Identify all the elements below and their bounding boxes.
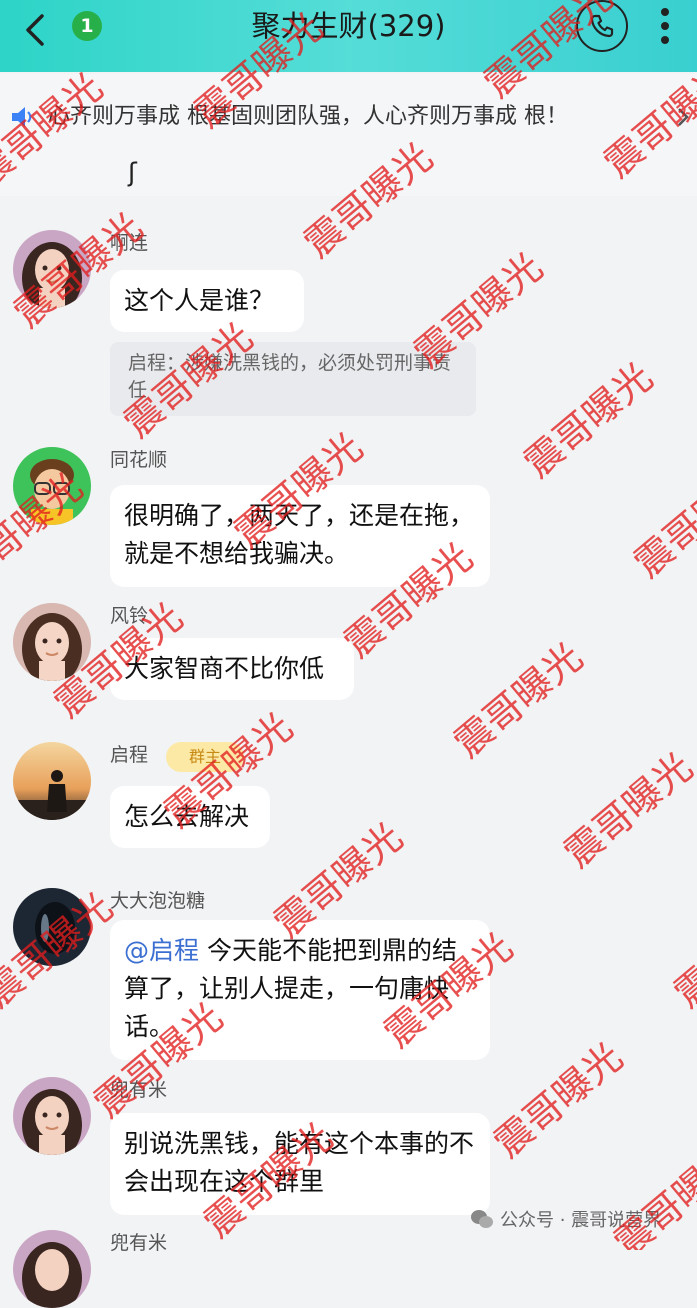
- message-bubble[interactable]: 别说洗黑钱，能有这个本事的不会出现在这个群里: [110, 1113, 490, 1215]
- official-account-watermark: 公众号 · 震哥说营界: [470, 1206, 661, 1232]
- more-vertical-icon[interactable]: [656, 4, 674, 48]
- avatar[interactable]: [13, 1230, 91, 1308]
- message-item: 大大泡泡糖 @启程 今天能不能把到鼎的结算了，让别人提走，一句庸快话。: [0, 888, 697, 1060]
- previous-message-fragment: ʃ: [0, 158, 697, 196]
- avatar[interactable]: [13, 447, 91, 525]
- notice-text: 心齐则万事成 根基固则团队强，人心齐则万事成 根！: [48, 104, 568, 129]
- message-item: 启程 群主 怎么去解决: [0, 742, 697, 852]
- message-bubble[interactable]: @启程 今天能不能把到鼎的结算了，让别人提走，一句庸快话。: [110, 920, 490, 1060]
- avatar[interactable]: [13, 230, 91, 308]
- sender-name: 风铃: [110, 605, 149, 627]
- message-item: 同花顺 很明确了，两天了，还是在拖，就是不想给我骗决。: [0, 447, 697, 587]
- owner-tag: 群主: [166, 742, 244, 772]
- group-notice-bar[interactable]: 心齐则万事成 根基固则团队强，人心齐则万事成 根！: [0, 74, 697, 160]
- avatar[interactable]: [13, 742, 91, 820]
- avatar[interactable]: [13, 603, 91, 681]
- sender-name: 大大泡泡糖: [110, 890, 206, 912]
- sender-name: 启程: [110, 744, 149, 766]
- message-bubble[interactable]: 这个人是谁？: [110, 270, 304, 332]
- message-item: 啊连 这个人是谁？ 启程：涉嫌洗黑钱的，必须处罚刑事责任: [0, 230, 697, 430]
- chat-header: 1 聚力生财(329): [0, 0, 697, 72]
- message-item: 兜有米: [0, 1230, 697, 1308]
- chevron-right-icon[interactable]: [676, 106, 690, 128]
- wechat-icon: [471, 1210, 493, 1228]
- message-bubble[interactable]: 怎么去解决: [110, 786, 270, 848]
- message-bubble[interactable]: 大家智商不比你低: [110, 638, 354, 700]
- message-item: 风铃 大家智商不比你低: [0, 603, 697, 703]
- avatar[interactable]: [13, 1077, 91, 1155]
- speaker-icon: [12, 107, 32, 127]
- sender-name: 同花顺: [110, 449, 168, 471]
- mention-link[interactable]: @启程: [124, 936, 199, 965]
- quoted-message[interactable]: 启程：涉嫌洗黑钱的，必须处罚刑事责任: [110, 342, 476, 416]
- avatar[interactable]: [13, 888, 91, 966]
- phone-icon[interactable]: [576, 0, 628, 52]
- message-bubble[interactable]: 很明确了，两天了，还是在拖，就是不想给我骗决。: [110, 485, 490, 587]
- sender-name: 兜有米: [110, 1079, 168, 1101]
- message-item: 兜有米 别说洗黑钱，能有这个本事的不会出现在这个群里: [0, 1077, 697, 1215]
- sender-name: 兜有米: [110, 1232, 168, 1254]
- footer-text: 公众号 · 震哥说营界: [500, 1210, 662, 1231]
- sender-name: 啊连: [110, 232, 149, 254]
